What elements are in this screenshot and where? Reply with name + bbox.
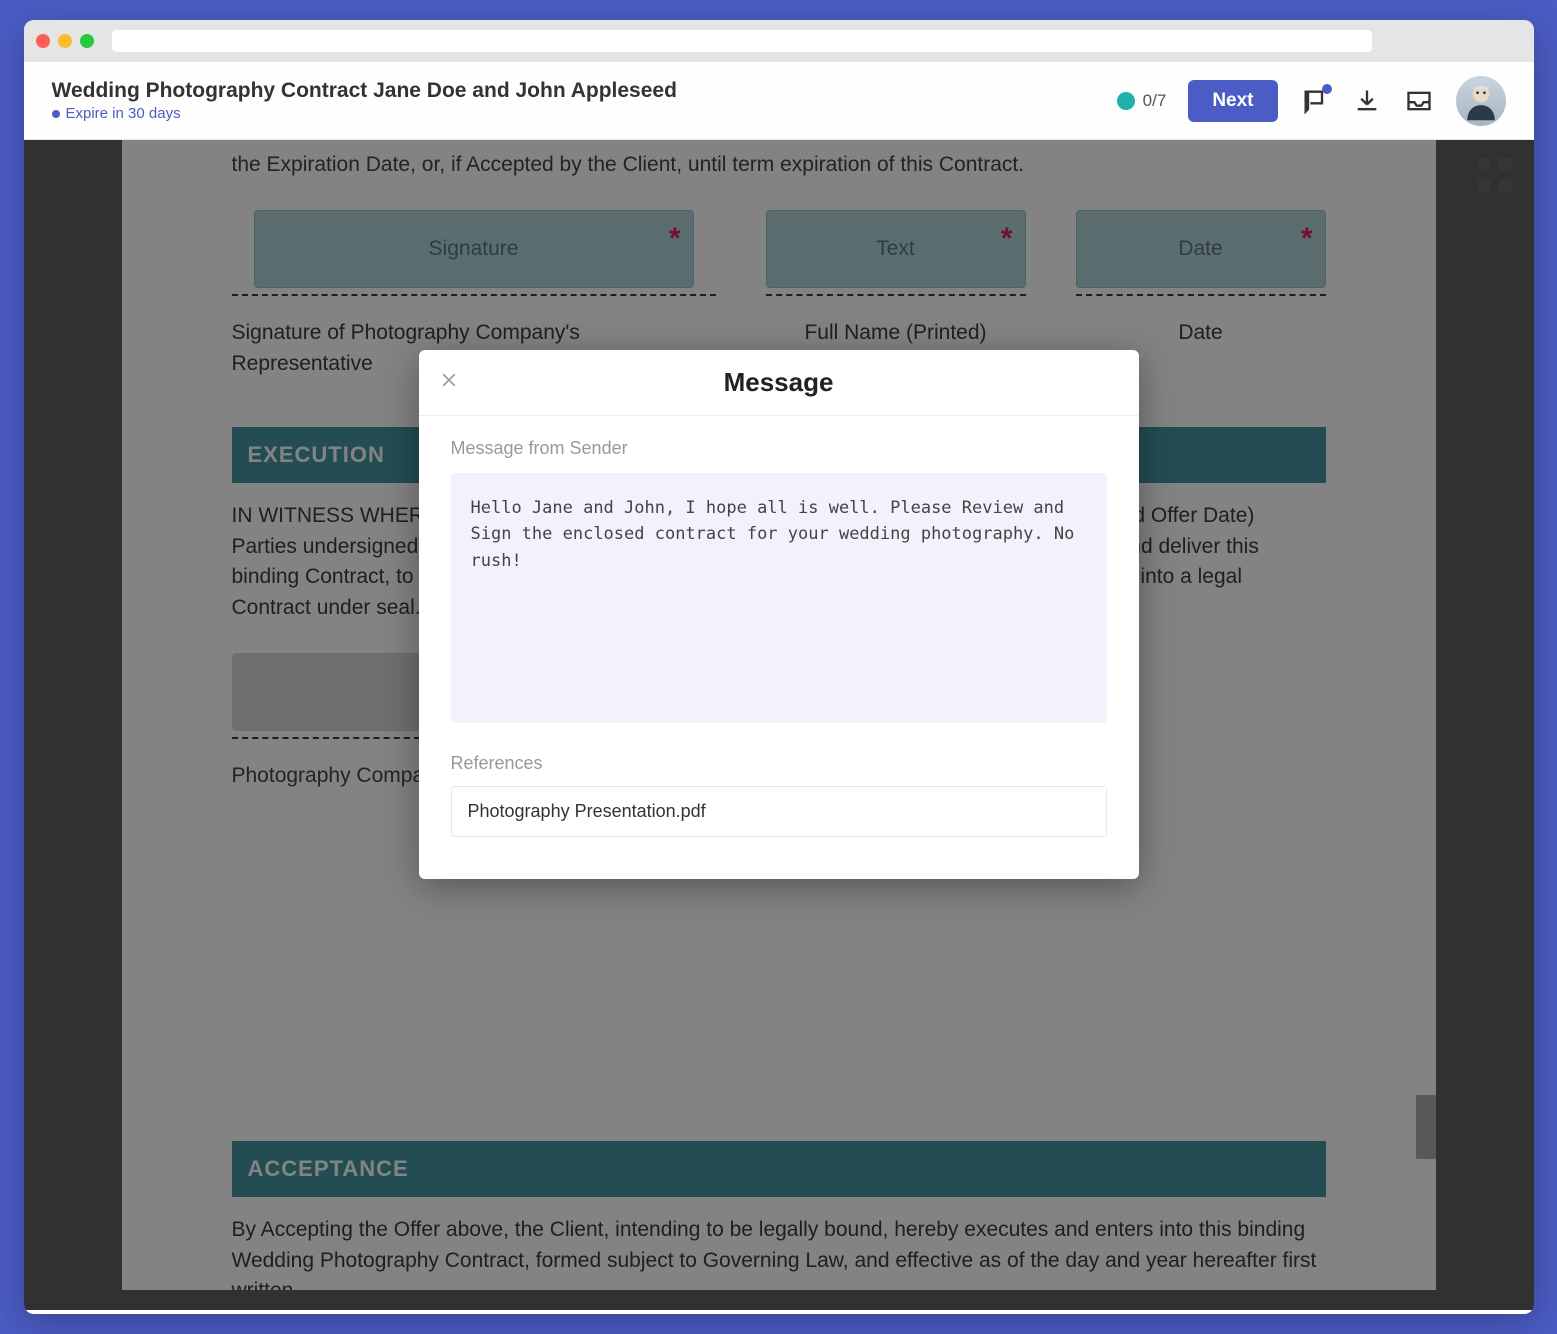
app-window: Wedding Photography Contract Jane Doe an… — [24, 20, 1534, 1314]
document-title: Wedding Photography Contract Jane Doe an… — [52, 79, 677, 103]
expire-dot-icon — [52, 110, 60, 118]
app-header: Wedding Photography Contract Jane Doe an… — [24, 62, 1534, 140]
next-button[interactable]: Next — [1188, 80, 1277, 122]
url-bar[interactable] — [112, 30, 1372, 52]
reference-file[interactable]: Photography Presentation.pdf — [451, 786, 1107, 837]
download-button[interactable] — [1352, 86, 1382, 116]
browser-chrome — [24, 20, 1534, 62]
expire-indicator: Expire in 30 days — [52, 105, 677, 122]
window-minimize-dot[interactable] — [58, 34, 72, 48]
notification-badge-icon — [1322, 84, 1332, 94]
modal-header: Message — [419, 350, 1139, 416]
progress-indicator: 0/7 — [1117, 91, 1167, 111]
modal-close-button[interactable] — [439, 370, 465, 396]
modal-title: Message — [724, 367, 834, 398]
message-modal: Message Message from Sender Hello Jane a… — [419, 350, 1139, 879]
message-body: Hello Jane and John, I hope all is well.… — [451, 473, 1107, 723]
window-zoom-dot[interactable] — [80, 34, 94, 48]
user-avatar[interactable] — [1456, 76, 1506, 126]
references-label: References — [451, 753, 1107, 774]
progress-dot-icon — [1117, 92, 1135, 110]
sender-label: Message from Sender — [451, 438, 1107, 459]
expire-text: Expire in 30 days — [66, 105, 181, 122]
window-close-dot[interactable] — [36, 34, 50, 48]
progress-text: 0/7 — [1143, 91, 1167, 111]
document-viewport: the Expiration Date, or, if Accepted by … — [24, 140, 1534, 1310]
inbox-button[interactable] — [1404, 86, 1434, 116]
messages-button[interactable] — [1300, 86, 1330, 116]
